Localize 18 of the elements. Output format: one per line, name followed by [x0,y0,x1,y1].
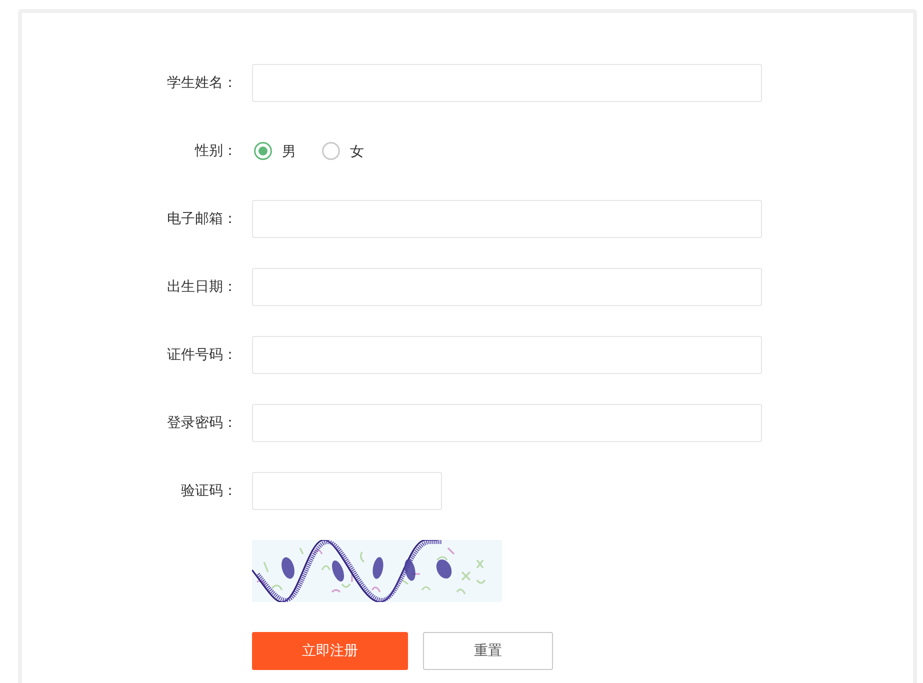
input-field[interactable] [252,268,762,306]
field-label: 登录密码： [167,414,237,432]
input-field[interactable] [252,404,762,442]
field-label: 证件号码： [167,346,237,364]
input-field[interactable] [252,336,762,374]
captcha-input-field[interactable] [252,472,442,510]
field-label: 学生姓名： [167,74,237,92]
radio-empty-icon[interactable] [322,142,340,160]
input-field[interactable] [252,64,762,102]
radio-option[interactable]: 男 [254,141,296,161]
radio-option[interactable]: 女 [322,141,364,161]
input-field[interactable] [252,200,762,238]
field-label: 出生日期： [167,278,237,296]
radio-selected-icon[interactable] [254,142,272,160]
field-label: 性别： [195,142,237,160]
field-label: 验证码： [181,482,237,500]
field-label: 电子邮箱： [167,210,237,228]
reset-button[interactable]: 重置 [423,632,553,670]
